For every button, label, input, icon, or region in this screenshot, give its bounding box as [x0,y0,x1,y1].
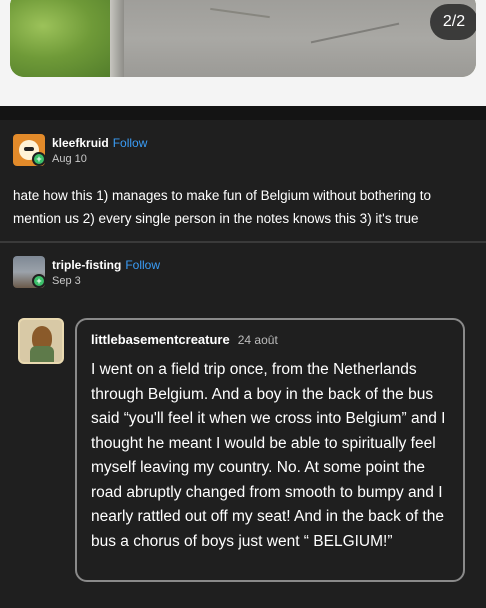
image-counter: 2/2 [430,4,476,40]
photo-grass [10,0,120,77]
username-link[interactable]: triple-fisting [52,258,121,272]
follow-button[interactable]: Follow [125,258,160,272]
quoted-post: littlebasementcreature 24 août I went on … [75,318,465,582]
reblog-header: triple-fisting Follow [52,258,160,272]
reblog-header: kleefkruid Follow [52,136,147,150]
reblog-text: hate how this 1) manages to make fun of … [13,188,431,226]
avatar-status-badge-icon: + [32,152,46,166]
quote-avatar[interactable] [18,318,64,364]
quote-date: 24 août [237,333,278,347]
follow-button[interactable]: Follow [113,136,148,150]
photo-curb [110,0,124,77]
username-link[interactable]: kleefkruid [52,136,109,150]
quote-text: I went on a field trip once, from the Ne… [91,361,446,550]
avatar-figure-icon [30,346,54,362]
section-divider [0,106,486,120]
quote-username[interactable]: littlebasementcreature [91,332,230,347]
avatar-status-badge-icon: + [32,274,46,288]
post-date: Aug 10 [52,153,87,165]
quote-header: littlebasementcreature 24 août [91,332,278,347]
reblog-divider [0,241,486,243]
post-date: Sep 3 [52,275,81,287]
photo-road [115,0,476,77]
post-photo[interactable]: 2/2 [10,0,476,77]
